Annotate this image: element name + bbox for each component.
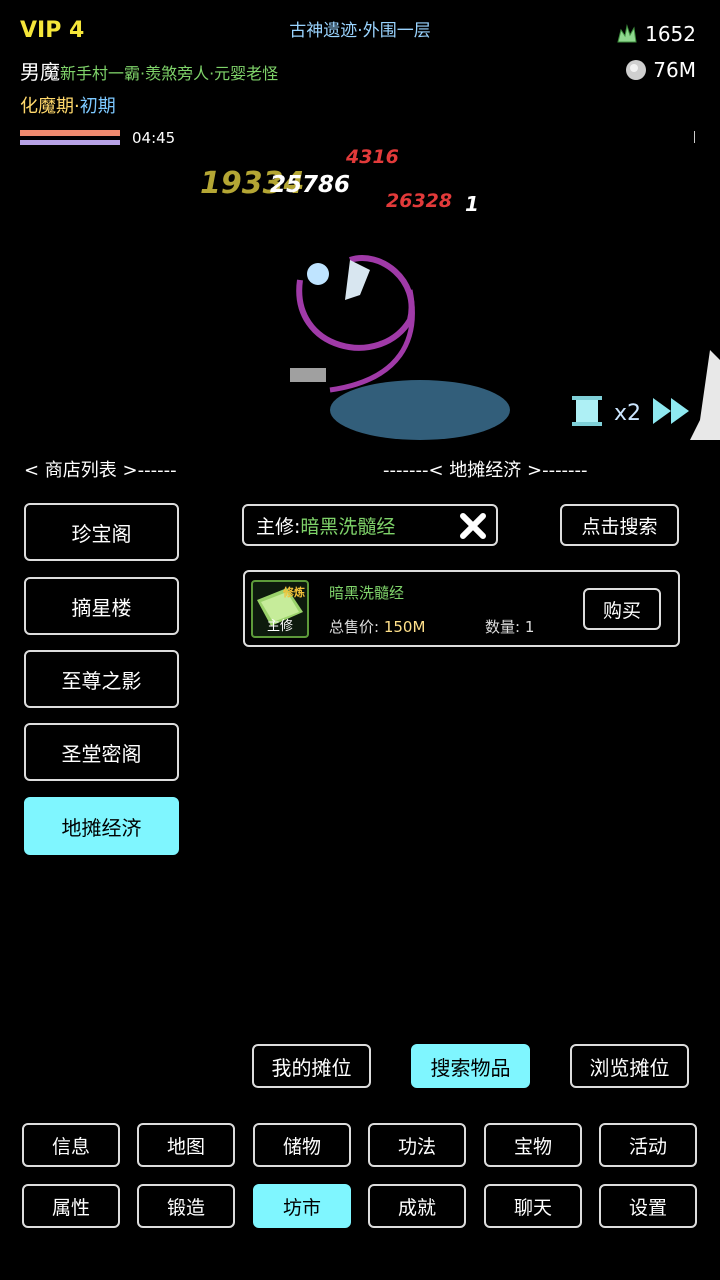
silver-counter: 76M [625, 58, 696, 82]
buy-button[interactable]: 购买 [583, 588, 661, 630]
damage-number: 25786 [270, 172, 351, 198]
spirit-stone-icon [615, 22, 639, 46]
damage-number: 1 [465, 192, 479, 216]
battle-timer: 04:45 [132, 129, 176, 147]
nav-chat[interactable]: 聊天 [484, 1184, 582, 1228]
mp-bar [20, 140, 120, 145]
timeline-marker [694, 131, 695, 143]
fast-forward-icon[interactable] [651, 396, 691, 430]
price-value: 150M [383, 618, 426, 636]
nav-techniques[interactable]: 功法 [368, 1123, 466, 1167]
nav-events[interactable]: 活动 [599, 1123, 697, 1167]
location-title: 古神遗迹·外围一层 [289, 21, 431, 41]
item-name: 暗黑洗髓经 [329, 584, 405, 602]
silver-coin-icon [625, 59, 647, 81]
damage-number: 4316 [346, 146, 399, 168]
spirit-stone-count: 1652 [645, 22, 696, 46]
nav-settings[interactable]: 设置 [599, 1184, 697, 1228]
search-prefix: 主修: [256, 515, 301, 538]
speed-multiplier: x2 [614, 400, 642, 426]
shop-item-zhizunzhiying[interactable]: 至尊之影 [24, 650, 179, 708]
shop-item-zhaixinglou[interactable]: 摘星楼 [24, 577, 179, 635]
nav-market[interactable]: 坊市 [253, 1184, 351, 1228]
price-label: 总售价: [329, 618, 384, 636]
search-input[interactable]: 主修: 暗黑洗髓经 [242, 504, 498, 546]
nav-storage[interactable]: 储物 [253, 1123, 351, 1167]
shop-panel-header: -------< 地摊经济 >------- [383, 460, 588, 481]
quantity-label: 数量: [485, 618, 525, 636]
scroll-icon [570, 394, 604, 432]
nav-treasures[interactable]: 宝物 [484, 1123, 582, 1167]
nav-achievements[interactable]: 成就 [368, 1184, 466, 1228]
tab-my-stall[interactable]: 我的摊位 [252, 1044, 371, 1088]
nav-forge[interactable]: 锻造 [137, 1184, 235, 1228]
shop-list-header: < 商店列表 >------ [24, 460, 177, 481]
nav-attributes[interactable]: 属性 [22, 1184, 120, 1228]
item-icon[interactable]: 修炼 主修 [251, 580, 309, 638]
shop-item-zhenbaoge[interactable]: 珍宝阁 [24, 503, 179, 561]
tab-browse-stalls[interactable]: 浏览摊位 [570, 1044, 689, 1088]
nav-map[interactable]: 地图 [137, 1123, 235, 1167]
realm-stage: 初期 [79, 96, 116, 117]
search-value: 暗黑洗髓经 [300, 515, 396, 538]
player-race: 男魔 [20, 60, 60, 84]
item-price: 总售价: 150M [329, 616, 425, 637]
shop-item-shengtangmige[interactable]: 圣堂密阁 [24, 723, 179, 781]
hp-bar [20, 130, 120, 136]
item-category-tag: 修炼 [283, 586, 305, 599]
damage-number: 26328 [386, 190, 453, 212]
shop-item-ditanjingji[interactable]: 地摊经济 [24, 797, 179, 855]
spirit-stone-counter: 1652 [615, 22, 696, 46]
item-type-label: 主修 [266, 619, 293, 634]
close-icon[interactable] [458, 511, 488, 541]
quantity-value: 1 [524, 618, 535, 636]
tab-search-items[interactable]: 搜索物品 [411, 1044, 530, 1088]
battle-speed-control[interactable]: x2 [570, 394, 691, 432]
nav-info[interactable]: 信息 [22, 1123, 120, 1167]
cultivation-realm: 化魔期·初期 [20, 92, 116, 118]
item-quantity: 数量: 1 [485, 616, 534, 637]
realm-name: 化魔期 [20, 96, 74, 117]
search-button[interactable]: 点击搜索 [560, 504, 679, 546]
listing-card: 修炼 主修 暗黑洗髓经 总售价: 150M 数量: 1 购买 [243, 570, 680, 647]
player-name-line: 男魔新手村一霸·羡煞旁人·元婴老怪 [20, 56, 278, 85]
silver-count: 76M [653, 58, 696, 82]
player-titles: 新手村一霸·羡煞旁人·元婴老怪 [60, 64, 279, 83]
